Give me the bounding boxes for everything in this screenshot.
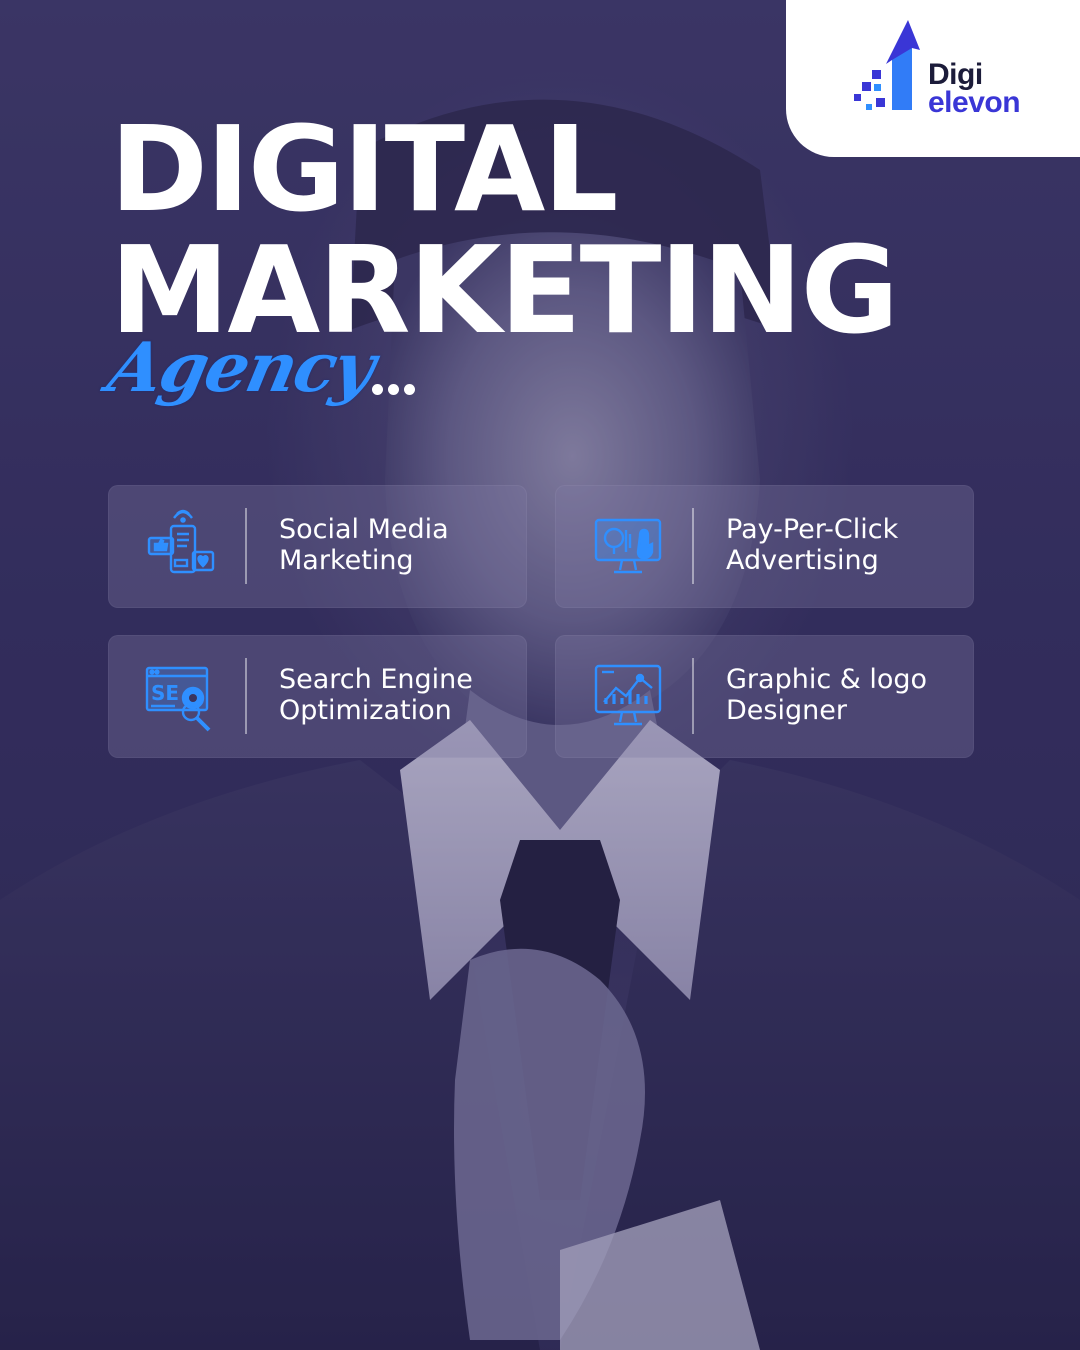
card-divider: [245, 508, 247, 584]
service-label: Graphic & logo Designer: [726, 664, 928, 726]
service-label: Social Media Marketing: [279, 514, 449, 576]
ellipsis-dots: [372, 380, 420, 399]
service-label: Pay-Per-Click Advertising: [726, 514, 899, 576]
poster: Digi elevon DIGITAL MARKETING Agency Soc…: [0, 0, 1080, 1350]
card-divider: [245, 658, 247, 734]
service-card-seo: SE Search Engine Optimization: [108, 635, 527, 758]
service-card-social-media: Social Media Marketing: [108, 485, 527, 608]
graphic-design-monitor-icon: [594, 664, 662, 726]
headline-line1: DIGITAL: [110, 100, 618, 238]
rising-arrow-pixel-icon: [854, 20, 920, 110]
card-divider: [692, 508, 694, 584]
headline-script: Agency: [101, 328, 381, 408]
seo-browser-magnifier-icon: SE: [145, 666, 211, 732]
card-divider: [692, 658, 694, 734]
ppc-monitor-click-icon: [594, 518, 662, 574]
service-card-ppc: Pay-Per-Click Advertising: [555, 485, 974, 608]
svg-text:SE: SE: [151, 681, 179, 705]
service-card-graphic-design: Graphic & logo Designer: [555, 635, 974, 758]
social-media-phone-icon: [147, 509, 215, 574]
service-label: Search Engine Optimization: [279, 664, 473, 726]
brand-name-line2: elevon: [928, 86, 1021, 119]
brand-logo-card: Digi elevon: [786, 0, 1080, 157]
